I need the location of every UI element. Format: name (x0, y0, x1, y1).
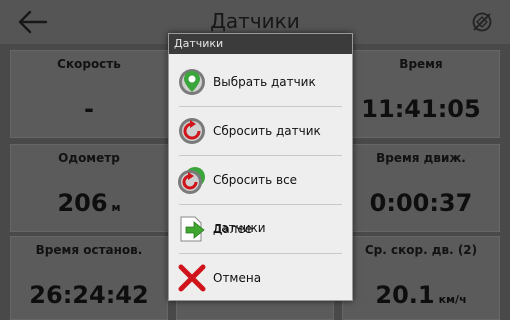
sensors-screen: Датчики Скорость - Время 11:41:05 Одомет… (0, 0, 510, 320)
menu-item-next[interactable]: Далее (169, 205, 352, 253)
menu-item-reset-sensor[interactable]: Сбросить датчик (169, 107, 352, 155)
reset-sensor-icon (179, 118, 205, 144)
menu-item-label: Далее (213, 222, 253, 236)
menu-item-label: Выбрать датчик (213, 75, 316, 89)
menu-item-label: Сбросить датчик (213, 124, 321, 138)
next-arrow-icon (180, 216, 205, 242)
sensors-menu-dialog: Датчики Выбрать датчик Сбросить датчик С… (168, 33, 353, 301)
menu-item-cancel[interactable]: Отмена (169, 254, 352, 302)
select-sensor-icon (179, 69, 205, 95)
dialog-title: Датчики (169, 34, 352, 54)
reset-all-sensors-icon (178, 167, 205, 194)
menu-item-label: Отмена (213, 271, 262, 285)
menu-item-select-sensor[interactable]: Выбрать датчик (169, 58, 352, 106)
menu-item-reset-all-sensors[interactable]: Сбросить все датчики (169, 156, 352, 235)
cancel-x-icon (178, 264, 206, 292)
